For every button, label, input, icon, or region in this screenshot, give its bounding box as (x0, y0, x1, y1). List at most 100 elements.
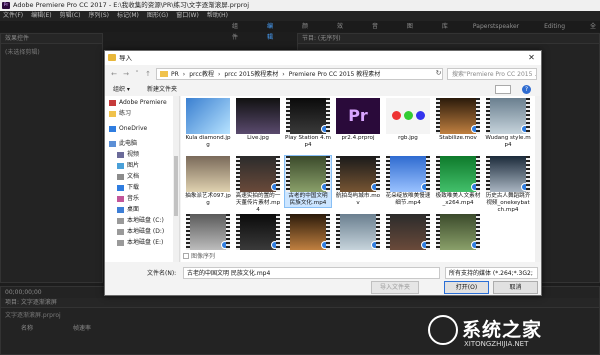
file-item[interactable]: Wudang style.mp4 (485, 98, 531, 149)
search-input[interactable]: 搜索"Premiere Pro CC 2015 ..." (447, 68, 537, 80)
organize-button[interactable]: 组织 ▾ (113, 84, 130, 95)
workspace-effects[interactable]: 效果 (337, 21, 347, 41)
file-item[interactable]: 抽象派艺术097.jpg (185, 156, 231, 207)
menu-clip[interactable]: 剪辑(C) (60, 11, 81, 21)
workspace-all[interactable]: 全部 (590, 21, 600, 41)
nav-item[interactable]: 图片 (117, 161, 139, 170)
content-scrollbar[interactable] (535, 96, 541, 262)
file-item[interactable] (185, 214, 231, 251)
breadcrumb-prcc[interactable]: prcc教程 (189, 69, 214, 79)
file-item[interactable]: Pr pr2.4.prproj (335, 98, 381, 142)
nav-item[interactable]: 下载 (117, 183, 139, 192)
file-item[interactable] (435, 214, 481, 251)
no-clip-label: (未选择剪辑) (5, 49, 40, 56)
import-folder-button[interactable]: 导入文件夹 (371, 281, 419, 294)
breadcrumb-pr[interactable]: PR (171, 69, 179, 79)
project-tab[interactable]: 项目: 文字逐渐滚屏 (1, 298, 599, 308)
workspace-custom[interactable]: Paperstspeaker (473, 21, 519, 32)
menu-help[interactable]: 帮助(H) (207, 11, 228, 21)
view-options-icon[interactable] (495, 85, 511, 94)
menu-window[interactable]: 窗口(W) (176, 11, 199, 21)
image-sequence-checkbox[interactable] (183, 252, 189, 259)
workspace-libraries[interactable]: 库 (442, 21, 448, 32)
image-sequence-option[interactable]: 图像序列 (183, 251, 215, 260)
workspace-graphics[interactable]: 图形 (407, 21, 417, 41)
file-item[interactable]: 高速实拍的置的一天董传片素材.mp4 (235, 156, 281, 214)
nav-item[interactable]: 本地磁盘 (D:) (117, 227, 164, 236)
up-arrow-icon[interactable]: ↑ (143, 69, 153, 79)
nav-item[interactable]: 文档 (117, 172, 139, 181)
nav-item[interactable]: 音乐 (117, 194, 139, 203)
nav-item[interactable]: 视频 (117, 150, 139, 159)
file-item[interactable] (385, 214, 431, 251)
filename-input[interactable]: 古老的中国文明 民族文化.mp4 (183, 267, 440, 279)
workspace-color[interactable]: 颜色 (302, 21, 312, 41)
media-badge-icon (271, 183, 279, 191)
breadcrumb-prcc2015[interactable]: prcc 2015教程素材 (224, 69, 278, 79)
forward-arrow-icon[interactable]: → (121, 69, 131, 79)
file-item[interactable]: Kula diamond.jpg (185, 98, 231, 149)
cancel-button[interactable]: 取消 (493, 281, 538, 294)
file-type-select[interactable]: 所有支持的媒体 (*.264;*.3G2; (445, 267, 538, 279)
nav-item[interactable]: 本地磁盘 (C:) (117, 216, 164, 225)
nav-item[interactable]: Adobe Premiere (109, 98, 167, 107)
file-item[interactable]: Live.jpg (235, 98, 281, 142)
nav-item[interactable]: OneDrive (109, 124, 147, 133)
media-badge-icon (421, 183, 429, 191)
video-thumbnail (436, 214, 480, 250)
workspace-editing[interactable]: 编辑 (267, 21, 277, 41)
effect-controls-tab[interactable]: 效果控件 (1, 34, 102, 44)
close-button[interactable]: ✕ (522, 51, 541, 65)
menu-graphics[interactable]: 图形(G) (147, 11, 168, 21)
file-item[interactable]: 航拍岛屿城市.mov (335, 156, 381, 207)
nav-item-label: 此电脑 (119, 140, 138, 147)
premiere-project-icon: Pr (336, 98, 380, 134)
workspace-editing-2[interactable]: Editing (544, 21, 565, 32)
nav-item-icon (117, 162, 124, 169)
help-icon[interactable]: ? (522, 85, 531, 94)
menu-edit[interactable]: 编辑(E) (31, 11, 51, 21)
file-item[interactable] (235, 214, 281, 251)
nav-item[interactable]: 桌面 (117, 205, 139, 214)
file-item[interactable]: 花朵绽放唯美慢速细节.mp4 (385, 156, 431, 207)
breadcrumb-current[interactable]: Premiere Pro CC 2015 教程素材 (289, 69, 381, 79)
column-framerate-header[interactable]: 帧速率 (73, 323, 91, 332)
nav-item-label: OneDrive (119, 125, 148, 132)
dialog-titlebar: 导入 (105, 51, 541, 65)
refresh-icon[interactable]: ↻ (434, 68, 443, 79)
address-bar[interactable]: PR › prcc教程 › prcc 2015教程素材 › Premiere Pro … (156, 68, 443, 80)
video-thumbnail (236, 214, 280, 250)
nav-item-label: 图片 (127, 162, 140, 169)
workspace-audio[interactable]: 音频 (372, 21, 382, 41)
program-monitor-tab[interactable]: 节目: (无序列) (298, 34, 599, 44)
video-thumbnail (286, 214, 330, 250)
open-button[interactable]: 打开(O) (444, 281, 489, 294)
file-item[interactable]: 极致唯美人文素材_x264.mp4 (435, 156, 481, 207)
column-name-header[interactable]: 名称 (21, 323, 33, 332)
nav-item-icon (117, 239, 124, 246)
file-item[interactable]: 古老的中国文明 民族文化.mp4 (284, 155, 332, 208)
menu-sequence[interactable]: 序列(S) (89, 11, 110, 21)
nav-item-icon (117, 217, 124, 224)
file-item[interactable]: 历史古人舞蹈跳齐视频_onekeybatch.mp4 (485, 156, 531, 214)
file-item[interactable] (285, 214, 331, 251)
menu-markers[interactable]: 标记(M) (117, 11, 139, 21)
back-arrow-icon[interactable]: ← (109, 69, 119, 79)
file-item[interactable]: Stabilize.mov (435, 98, 481, 142)
image-thumbnail (236, 98, 280, 134)
watermark-url: XITONGZHIJIA.NET (464, 340, 529, 348)
workspace-assembly[interactable]: 组件 (232, 21, 242, 41)
video-thumbnail (386, 156, 430, 192)
file-item[interactable]: Play Station 4.mp4 (285, 98, 331, 149)
media-badge-icon (321, 241, 329, 249)
nav-item-label: 本地磁盘 (C:) (127, 217, 164, 224)
menu-file[interactable]: 文件(F) (3, 11, 23, 21)
file-item[interactable] (335, 214, 381, 251)
nav-item[interactable]: 此电脑 (109, 139, 137, 148)
nav-item[interactable]: 练习 (109, 109, 131, 118)
nav-scrollbar-thumb[interactable] (174, 156, 178, 216)
new-folder-button[interactable]: 新建文件夹 (147, 84, 177, 95)
file-item[interactable]: rgb.jpg (385, 98, 431, 142)
nav-item[interactable]: 本地磁盘 (E:) (117, 238, 163, 247)
chevron-down-icon[interactable]: ˅ (132, 69, 142, 79)
